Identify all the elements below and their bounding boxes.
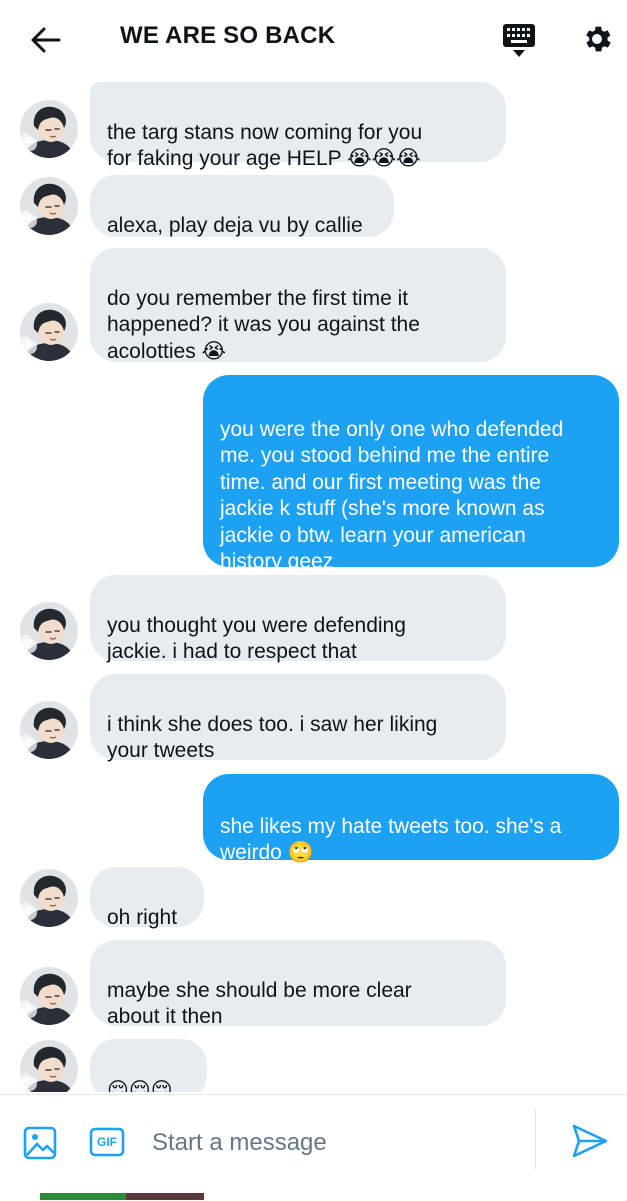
message-text: you thought you were defending jackie. i…	[107, 613, 406, 664]
outgoing-message[interactable]: you were the only one who defended me. y…	[203, 375, 619, 573]
message-text: the targ stans now coming for you for fa…	[107, 120, 423, 171]
keyboard-toggle-button[interactable]	[498, 20, 540, 60]
incoming-message[interactable]: i think she does too. i saw her liking y…	[90, 674, 506, 763]
message-text: maybe she should be more clear about it …	[107, 978, 412, 1029]
avatar[interactable]	[20, 701, 78, 759]
send-icon	[572, 1124, 608, 1158]
settings-button[interactable]	[576, 18, 618, 60]
outgoing-message[interactable]: she likes my hate tweets too. she's a we…	[203, 774, 619, 864]
incoming-message[interactable]: 😌😌😌	[90, 1039, 207, 1092]
send-button[interactable]	[568, 1119, 612, 1163]
incoming-message[interactable]: you thought you were defending jackie. i…	[90, 575, 506, 664]
message-text: oh right	[107, 905, 178, 929]
avatar[interactable]	[20, 602, 78, 660]
image-icon	[23, 1126, 57, 1160]
avatar[interactable]	[20, 100, 78, 158]
incoming-message[interactable]: do you remember the first time it happen…	[90, 248, 506, 363]
avatar[interactable]	[20, 177, 78, 235]
message-text: you were the only one who defended me. y…	[220, 417, 564, 574]
incoming-message[interactable]: the targ stans now coming for you for fa…	[90, 82, 506, 170]
gif-label: GIF	[97, 1135, 117, 1149]
incoming-message[interactable]: maybe she should be more clear about it …	[90, 940, 506, 1029]
avatar[interactable]	[20, 303, 78, 361]
message-text: alexa, play deja vu by callie	[107, 213, 363, 237]
keyboard-icon	[503, 24, 535, 57]
conversation-header: WE ARE SO BACK	[0, 0, 627, 78]
message-text: she likes my hate tweets too. she's a we…	[220, 814, 562, 865]
add-image-button[interactable]	[20, 1123, 60, 1163]
gear-icon	[586, 26, 611, 52]
add-gif-button[interactable]: GIF	[88, 1125, 126, 1159]
avatar[interactable]	[20, 1040, 78, 1092]
message-text: 😌😌😌	[107, 1077, 173, 1093]
avatar[interactable]	[20, 869, 78, 927]
conversation-title[interactable]: WE ARE SO BACK	[120, 22, 335, 50]
back-button[interactable]	[28, 22, 64, 58]
message-list[interactable]: the targ stans now coming for you for fa…	[0, 78, 627, 1092]
message-text: i think she does too. i saw her liking y…	[107, 712, 438, 763]
composer-divider	[535, 1109, 536, 1169]
incoming-message[interactable]: alexa, play deja vu by callie	[90, 175, 394, 237]
message-composer: GIF	[0, 1094, 627, 1201]
arrow-left-icon	[31, 27, 61, 53]
message-text: do you remember the first time it happen…	[107, 286, 420, 363]
avatar[interactable]	[20, 967, 78, 1025]
incoming-message[interactable]: oh right	[90, 867, 204, 929]
message-input[interactable]	[152, 1123, 522, 1163]
keyboard-suggestion-strip	[40, 1190, 204, 1200]
